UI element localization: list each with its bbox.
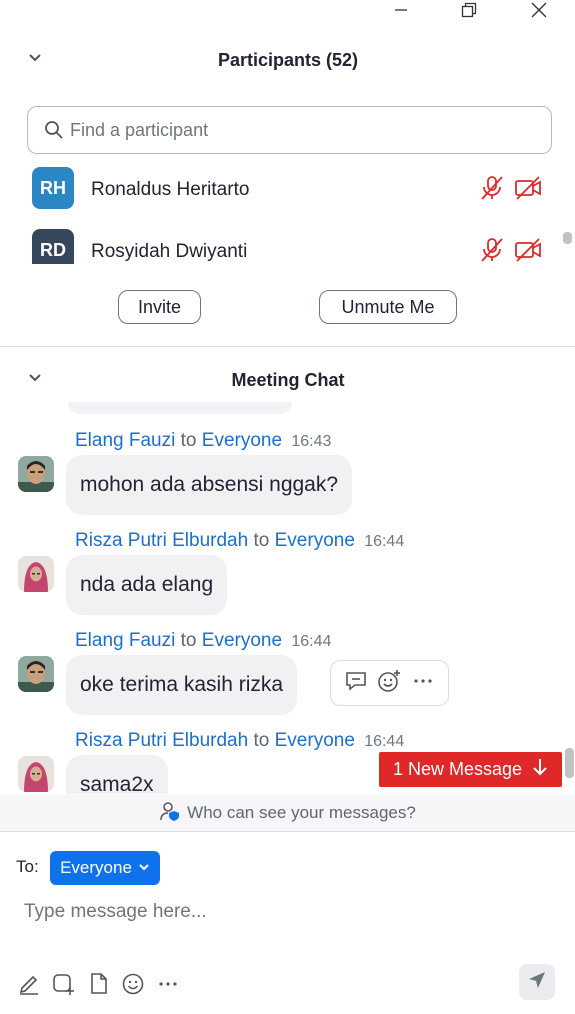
unmute-me-button[interactable]: Unmute Me bbox=[319, 290, 457, 324]
minimize-icon[interactable] bbox=[378, 0, 424, 20]
message-time: 16:44 bbox=[291, 633, 332, 650]
visibility-text: Who can see your messages? bbox=[187, 803, 416, 822]
message-bubble[interactable]: oke terima kasih rizka bbox=[66, 655, 298, 715]
message-time: 16:44 bbox=[364, 733, 405, 750]
recipient-dropdown[interactable]: Everyone bbox=[50, 851, 160, 885]
message-time: 16:44 bbox=[364, 533, 405, 550]
new-message-label: 1 New Message bbox=[392, 759, 523, 779]
chat-scroll-thumb[interactable] bbox=[565, 748, 574, 778]
avatar[interactable] bbox=[18, 556, 54, 592]
meeting-chat-title: Meeting Chat bbox=[231, 370, 345, 390]
message-to-word: to bbox=[253, 730, 270, 751]
emoji-add-icon[interactable] bbox=[376, 668, 402, 699]
message-header: Risza Putri Elburdah to Everyone 16:44 bbox=[75, 530, 404, 552]
more-icon[interactable] bbox=[410, 668, 436, 699]
message-header: Elang Fauzi to Everyone 16:44 bbox=[75, 630, 331, 652]
avatar: RH bbox=[32, 167, 74, 209]
message-to-word: to bbox=[253, 530, 270, 551]
message-recipient: Everyone bbox=[201, 630, 283, 651]
participant-search-box[interactable] bbox=[27, 106, 552, 154]
chat-message-list[interactable]: Elang Fauzi to Everyone 16:43 mohon ada … bbox=[0, 402, 575, 794]
more-icon[interactable] bbox=[155, 971, 181, 997]
message-visibility-info[interactable]: Who can see your messages? bbox=[0, 795, 575, 831]
chevron-down-icon[interactable] bbox=[27, 370, 43, 386]
reply-icon[interactable] bbox=[343, 668, 369, 699]
screenshot-icon[interactable] bbox=[50, 971, 76, 997]
message-sender[interactable]: Elang Fauzi bbox=[75, 430, 175, 451]
participant-name: Rosyidah Dwiyanti bbox=[91, 241, 248, 262]
message-bubble[interactable]: mohon ada absensi nggak? bbox=[66, 455, 353, 515]
mic-muted-icon[interactable] bbox=[478, 174, 506, 202]
message-header: Risza Putri Elburdah to Everyone 16:44 bbox=[75, 730, 404, 752]
participant-scrollbar[interactable] bbox=[563, 232, 572, 244]
chat-message: Risza Putri Elburdah to Everyone 16:44 n… bbox=[0, 530, 575, 630]
chat-message: Elang Fauzi to Everyone 16:43 mohon ada … bbox=[0, 430, 575, 530]
message-recipient: Everyone bbox=[274, 730, 355, 751]
message-recipient: Everyone bbox=[201, 430, 283, 451]
message-bubble[interactable]: nda ada elang bbox=[66, 555, 228, 615]
send-icon bbox=[527, 970, 547, 995]
message-bubble[interactable]: sama2x bbox=[66, 755, 168, 794]
recipient-selected: Everyone bbox=[60, 858, 132, 877]
restore-icon[interactable] bbox=[446, 0, 492, 20]
participants-title: Participants (52) bbox=[217, 50, 359, 70]
invite-button[interactable]: Invite bbox=[118, 290, 201, 324]
new-message-button[interactable]: 1 New Message bbox=[379, 752, 562, 787]
avatar[interactable] bbox=[18, 656, 54, 692]
message-hover-actions bbox=[330, 660, 449, 706]
close-icon[interactable] bbox=[516, 0, 562, 20]
emoji-icon[interactable] bbox=[120, 971, 146, 997]
video-off-icon[interactable] bbox=[514, 174, 542, 202]
send-button[interactable] bbox=[519, 964, 555, 1000]
message-input[interactable] bbox=[24, 894, 544, 930]
message-sender[interactable]: Risza Putri Elburdah bbox=[75, 530, 248, 551]
participant-name: Ronaldus Heritarto bbox=[91, 179, 250, 200]
file-icon[interactable] bbox=[86, 971, 112, 997]
message-to-word: to bbox=[180, 430, 197, 451]
previous-message-bubble bbox=[68, 402, 292, 414]
search-icon bbox=[44, 120, 64, 140]
message-sender[interactable]: Risza Putri Elburdah bbox=[75, 730, 248, 751]
avatar[interactable] bbox=[18, 756, 54, 792]
message-time: 16:43 bbox=[291, 433, 332, 450]
message-to-word: to bbox=[180, 630, 197, 651]
format-icon[interactable] bbox=[16, 971, 42, 997]
avatar[interactable] bbox=[18, 456, 54, 492]
message-header: Elang Fauzi to Everyone 16:43 bbox=[75, 430, 331, 452]
participant-search-input[interactable] bbox=[70, 119, 510, 141]
message-sender[interactable]: Elang Fauzi bbox=[75, 630, 175, 651]
shield-user-icon bbox=[159, 800, 181, 827]
mic-muted-icon[interactable] bbox=[478, 236, 506, 264]
message-recipient: Everyone bbox=[274, 530, 355, 551]
chat-scrollbar[interactable] bbox=[565, 410, 575, 795]
to-label: To: bbox=[16, 857, 39, 876]
chat-message: Elang Fauzi to Everyone 16:44 oke terima… bbox=[0, 630, 575, 730]
avatar: RD bbox=[32, 229, 74, 264]
chevron-down-icon bbox=[138, 858, 150, 878]
section-divider bbox=[0, 346, 575, 347]
participant-row[interactable]: RH Ronaldus Heritarto bbox=[0, 160, 560, 222]
chevron-down-icon[interactable] bbox=[27, 50, 43, 66]
video-off-icon[interactable] bbox=[514, 236, 542, 264]
composer-divider bbox=[0, 831, 575, 832]
arrow-down-icon bbox=[532, 758, 548, 781]
participant-list: RH Ronaldus Heritarto RD Rosyidah Dwiyan… bbox=[0, 160, 560, 264]
participant-row[interactable]: RD Rosyidah Dwiyanti bbox=[0, 222, 560, 264]
